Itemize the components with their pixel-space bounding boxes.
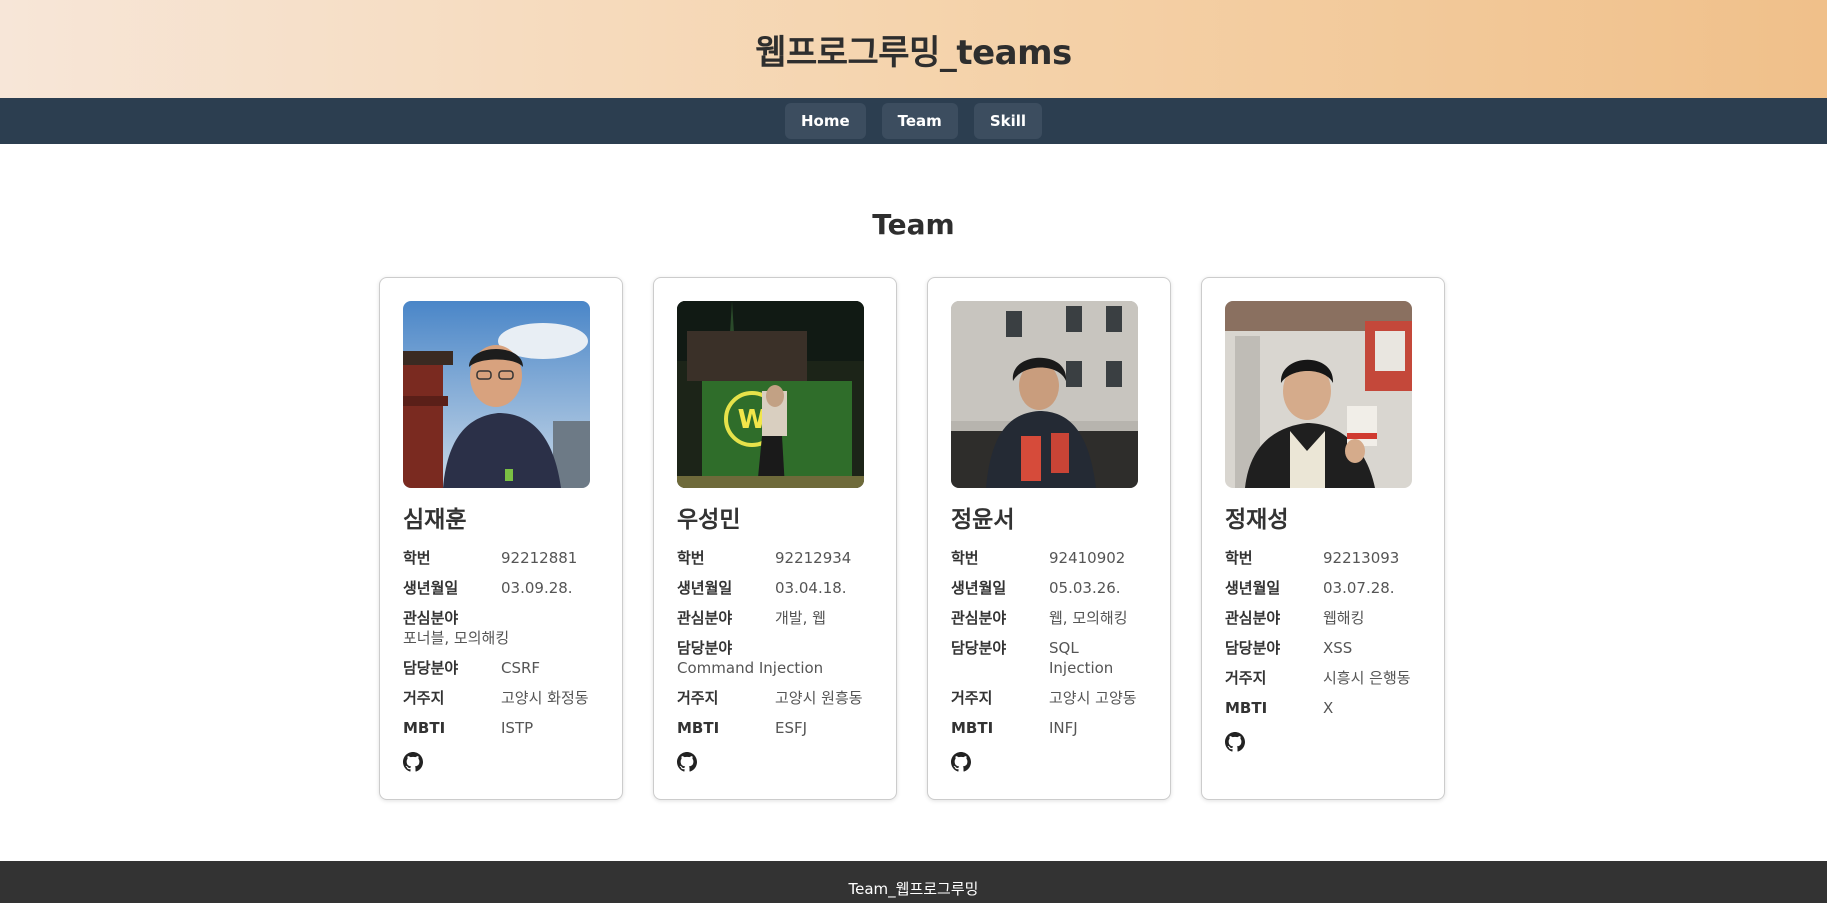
- residence-label: 거주지: [677, 689, 719, 707]
- nav-team-button[interactable]: Team: [881, 103, 958, 139]
- member-photo: W: [677, 301, 864, 488]
- role-row: 담당분야 XSS: [1225, 638, 1421, 658]
- residence-value: 고양시 원흥동: [775, 689, 863, 707]
- role-value: Command Injection: [677, 659, 824, 677]
- role-value: SQL Injection: [1049, 639, 1114, 677]
- birth-value: 03.09.28.: [501, 579, 573, 597]
- mbti-label: MBTI: [1225, 699, 1268, 717]
- student-id-value: 92212881: [501, 549, 578, 567]
- residence-label: 거주지: [1225, 669, 1267, 687]
- page-title: 웹프로그루밍_teams: [755, 32, 1072, 73]
- mbti-row: MBTI X: [1225, 698, 1421, 718]
- member-photo: [403, 301, 590, 488]
- student-id-label: 학번: [403, 549, 431, 567]
- site-footer: Team_웹프로그루밍: [0, 861, 1827, 903]
- interest-row: 관심분야 개발, 웹: [677, 608, 873, 628]
- footer-text: Team_웹프로그루밍: [848, 880, 979, 898]
- nav-home-button[interactable]: Home: [784, 103, 866, 139]
- birth-row: 생년월일 03.07.28.: [1225, 578, 1421, 598]
- birth-label: 생년월일: [677, 579, 733, 597]
- interest-row: 관심분야 웹, 모의해킹: [951, 608, 1147, 628]
- residence-label: 거주지: [951, 689, 993, 707]
- student-id-value: 92410902: [1049, 549, 1126, 567]
- github-icon[interactable]: [403, 752, 423, 772]
- member-name: 정재성: [1225, 507, 1289, 533]
- interest-label: 관심분야: [403, 609, 459, 627]
- birth-value: 03.07.28.: [1323, 579, 1395, 597]
- mbti-row: MBTI ISTP: [403, 718, 599, 738]
- team-section: Team 심재훈 학번 92212881 생년월일 03.09.28. 관심분야…: [0, 144, 1827, 861]
- student-id-value: 92213093: [1323, 549, 1400, 567]
- github-icon[interactable]: [677, 752, 697, 772]
- main-nav: Home Team Skill: [0, 98, 1827, 144]
- member-card-list: 심재훈 학번 92212881 생년월일 03.09.28. 관심분야 포너블,…: [379, 277, 1445, 800]
- member-card: 정윤서 학번 92410902 생년월일 05.03.26. 관심분야 웹, 모…: [927, 277, 1171, 800]
- role-label: 담당분야: [951, 639, 1007, 657]
- member-name: 우성민: [677, 507, 741, 533]
- member-photo: [1225, 301, 1412, 488]
- role-label: 담당분야: [1225, 639, 1281, 657]
- member-name: 심재훈: [403, 507, 467, 533]
- role-row: 담당분야 Command Injection: [677, 638, 873, 678]
- interest-label: 관심분야: [1225, 609, 1281, 627]
- interest-value: 웹, 모의해킹: [1049, 609, 1128, 627]
- member-name: 정윤서: [951, 507, 1015, 533]
- interest-value: 개발, 웹: [775, 609, 826, 627]
- residence-row: 거주지 고양시 원흥동: [677, 688, 873, 708]
- section-title: Team: [872, 208, 955, 241]
- member-card: W 우성민 학번 92212934 생년월일 03.04.18. 관심분야 개발…: [653, 277, 897, 800]
- member-card: 심재훈 학번 92212881 생년월일 03.09.28. 관심분야 포너블,…: [379, 277, 623, 800]
- mbti-value: X: [1323, 699, 1334, 717]
- role-row: 담당분야 CSRF: [403, 658, 599, 678]
- interest-row: 관심분야 웹해킹: [1225, 608, 1421, 628]
- student-id-row: 학번 92410902: [951, 548, 1147, 568]
- mbti-row: MBTI ESFJ: [677, 718, 873, 738]
- interest-label: 관심분야: [677, 609, 733, 627]
- birth-value: 03.04.18.: [775, 579, 847, 597]
- student-id-label: 학번: [1225, 549, 1253, 567]
- birth-row: 생년월일 05.03.26.: [951, 578, 1147, 598]
- student-id-row: 학번 92212881: [403, 548, 599, 568]
- birth-label: 생년월일: [1225, 579, 1281, 597]
- student-id-row: 학번 92212934: [677, 548, 873, 568]
- mbti-label: MBTI: [403, 719, 446, 737]
- residence-value: 고양시 고양동: [1049, 689, 1137, 707]
- birth-row: 생년월일 03.04.18.: [677, 578, 873, 598]
- mbti-value: ESFJ: [775, 719, 808, 737]
- role-value: XSS: [1323, 639, 1353, 657]
- role-value: CSRF: [501, 659, 541, 677]
- role-row: 담당분야 SQL Injection: [951, 638, 1147, 678]
- mbti-value: ISTP: [501, 719, 534, 737]
- role-label: 담당분야: [677, 639, 733, 657]
- member-photo: [951, 301, 1138, 488]
- residence-row: 거주지 시흥시 은행동: [1225, 668, 1421, 688]
- birth-label: 생년월일: [403, 579, 459, 597]
- interest-row: 관심분야 포너블, 모의해킹: [403, 608, 599, 648]
- role-label: 담당분야: [403, 659, 459, 677]
- student-id-label: 학번: [951, 549, 979, 567]
- github-icon[interactable]: [1225, 732, 1245, 752]
- mbti-value: INFJ: [1049, 719, 1078, 737]
- birth-label: 생년월일: [951, 579, 1007, 597]
- student-id-label: 학번: [677, 549, 705, 567]
- birth-value: 05.03.26.: [1049, 579, 1121, 597]
- github-icon[interactable]: [951, 752, 971, 772]
- residence-label: 거주지: [403, 689, 445, 707]
- residence-value: 시흥시 은행동: [1323, 669, 1411, 687]
- interest-label: 관심분야: [951, 609, 1007, 627]
- residence-row: 거주지 고양시 고양동: [951, 688, 1147, 708]
- student-id-row: 학번 92213093: [1225, 548, 1421, 568]
- residence-value: 고양시 화정동: [501, 689, 589, 707]
- mbti-row: MBTI INFJ: [951, 718, 1147, 738]
- mbti-label: MBTI: [677, 719, 720, 737]
- site-header: 웹프로그루밍_teams: [0, 0, 1827, 98]
- residence-row: 거주지 고양시 화정동: [403, 688, 599, 708]
- interest-value: 웹해킹: [1323, 609, 1365, 627]
- birth-row: 생년월일 03.09.28.: [403, 578, 599, 598]
- interest-value: 포너블, 모의해킹: [403, 629, 510, 647]
- mbti-label: MBTI: [951, 719, 994, 737]
- nav-skill-button[interactable]: Skill: [973, 103, 1043, 139]
- member-card: 정재성 학번 92213093 생년월일 03.07.28. 관심분야 웹해킹 …: [1201, 277, 1445, 800]
- student-id-value: 92212934: [775, 549, 852, 567]
